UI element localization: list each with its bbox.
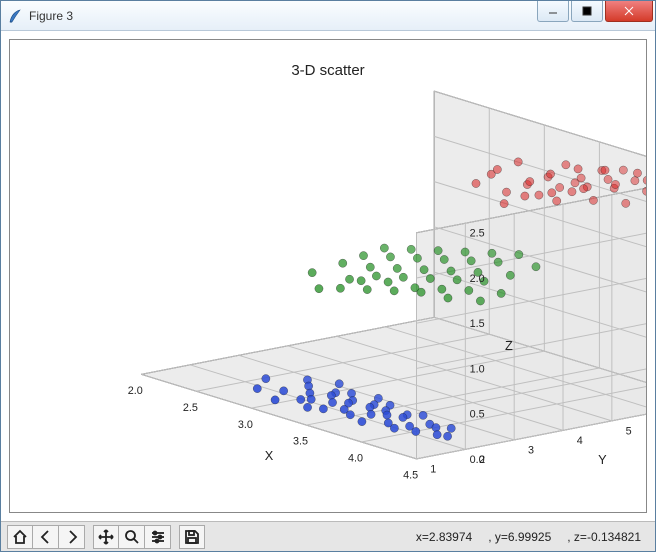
svg-text:2.0: 2.0	[128, 385, 143, 397]
figure-canvas[interactable]: 3-D scatter 2.02.53.03.54.04.512345670.0…	[9, 39, 647, 513]
sliders-icon	[150, 529, 166, 545]
minimize-button[interactable]	[537, 1, 569, 22]
toolbar: x=2.83974 , y=6.99925 , z=-0.134821	[1, 521, 655, 551]
configure-button[interactable]	[145, 525, 171, 549]
svg-text:1.0: 1.0	[470, 363, 485, 375]
maximize-button[interactable]	[571, 1, 603, 22]
close-icon	[624, 6, 634, 16]
home-icon	[12, 529, 28, 545]
svg-text:4.0: 4.0	[348, 453, 363, 465]
app-window: Figure 3 3-D scatter 2.02.53.03.54.04.51…	[0, 0, 656, 552]
status-z: , z=-0.134821	[567, 530, 641, 544]
titlebar: Figure 3	[1, 1, 655, 31]
svg-text:0.5: 0.5	[470, 409, 485, 421]
svg-text:4: 4	[577, 435, 583, 447]
plot-3d: 2.02.53.03.54.04.512345670.00.51.01.52.0…	[10, 40, 646, 512]
save-button[interactable]	[179, 525, 205, 549]
status-x: x=2.83974	[416, 530, 472, 544]
coord-status: x=2.83974 , y=6.99925 , z=-0.134821	[416, 530, 649, 544]
zoom-button[interactable]	[119, 525, 145, 549]
svg-text:2.0: 2.0	[470, 273, 485, 285]
tk-feather-icon	[7, 8, 23, 24]
zoom-icon	[124, 529, 140, 545]
save-icon	[184, 529, 200, 545]
svg-text:2.5: 2.5	[470, 228, 485, 240]
svg-text:3: 3	[528, 445, 534, 457]
minimize-icon	[548, 6, 558, 16]
close-button[interactable]	[605, 1, 653, 22]
svg-text:3.0: 3.0	[238, 419, 253, 431]
svg-text:2.5: 2.5	[183, 402, 198, 414]
maximize-icon	[582, 6, 592, 16]
svg-text:Y: Y	[598, 452, 607, 467]
arrow-right-icon	[64, 529, 80, 545]
svg-text:Z: Z	[505, 338, 513, 353]
window-title: Figure 3	[29, 9, 73, 23]
back-button[interactable]	[33, 525, 59, 549]
arrow-left-icon	[38, 529, 54, 545]
svg-text:X: X	[265, 448, 274, 463]
forward-button[interactable]	[59, 525, 85, 549]
home-button[interactable]	[7, 525, 33, 549]
svg-text:1.5: 1.5	[470, 318, 485, 330]
svg-text:5: 5	[626, 426, 632, 438]
svg-text:1: 1	[430, 464, 436, 476]
svg-text:3.5: 3.5	[293, 436, 308, 448]
svg-text:0.0: 0.0	[470, 454, 485, 466]
move-icon	[98, 529, 114, 545]
svg-text:4.5: 4.5	[403, 470, 418, 482]
pan-button[interactable]	[93, 525, 119, 549]
status-y: , y=6.99925	[488, 530, 551, 544]
